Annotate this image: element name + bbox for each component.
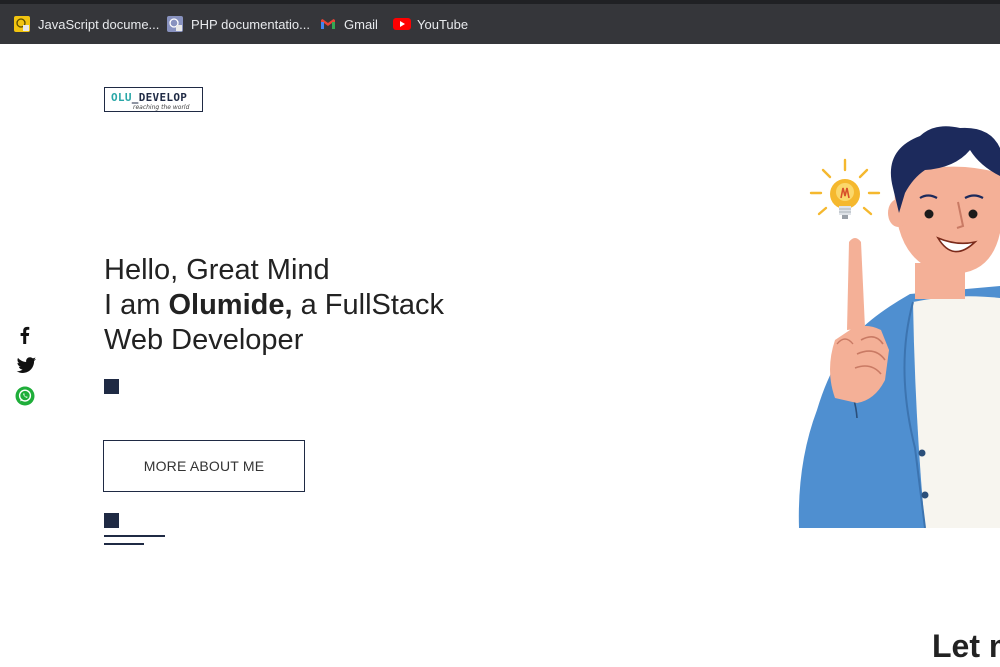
facebook-icon[interactable] xyxy=(15,325,35,350)
tab-strip-edge xyxy=(0,0,1000,4)
decorative-square xyxy=(104,379,119,394)
decorative-line xyxy=(104,535,165,537)
bookmark-javascript[interactable]: JavaScript docume... xyxy=(14,14,159,34)
hero-role: Web Developer xyxy=(104,324,304,356)
bookmark-label: JavaScript docume... xyxy=(38,16,160,32)
php-favicon-icon xyxy=(167,16,183,32)
decorative-square xyxy=(104,513,119,528)
lightbulb-icon xyxy=(809,158,881,219)
javascript-favicon-icon xyxy=(14,16,30,32)
logo-tagline: reaching the world xyxy=(133,103,190,111)
character-head xyxy=(888,126,1000,299)
section-heading: Let m xyxy=(932,628,1000,664)
bookmark-label: PHP documentatio... xyxy=(191,16,310,32)
youtube-icon xyxy=(393,16,411,32)
whatsapp-icon[interactable] xyxy=(15,386,35,411)
logo-wordmark: OLU_DEVELOP xyxy=(111,91,188,104)
site-logo[interactable]: OLU_DEVELOP reaching the world xyxy=(104,87,203,112)
bookmark-youtube[interactable]: YouTube xyxy=(393,14,468,34)
hero-greeting: Hello, Great Mind xyxy=(104,254,330,286)
hero-name: Olumide, xyxy=(168,289,293,321)
decorative-line xyxy=(104,543,144,545)
character-body xyxy=(798,286,1000,528)
bookmark-php[interactable]: PHP documentatio... xyxy=(167,14,310,34)
bookmarks-bar: JavaScript docume... PHP documentatio...… xyxy=(0,0,1000,44)
gmail-icon xyxy=(320,16,336,32)
more-about-me-button[interactable]: MORE ABOUT ME xyxy=(103,440,305,492)
developer-illustration xyxy=(798,126,1000,528)
bookmark-label: Gmail xyxy=(344,16,378,32)
bookmark-gmail[interactable]: Gmail xyxy=(320,14,378,34)
twitter-icon[interactable] xyxy=(15,356,37,381)
bookmark-label: YouTube xyxy=(417,16,469,32)
hero-intro: I am Olumide, a FullStack xyxy=(104,289,445,321)
